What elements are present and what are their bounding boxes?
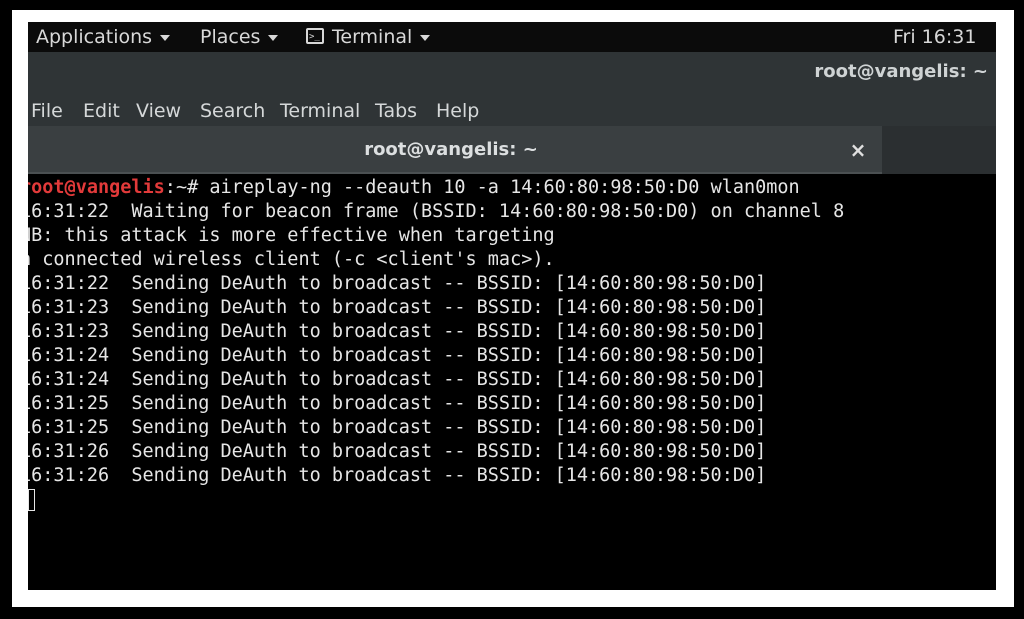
chevron-down-icon xyxy=(268,34,279,41)
output-line: 16:31:26 Sending DeAuth to broadcast -- … xyxy=(28,441,767,462)
tab-terminal[interactable]: root@vangelis: ~ × xyxy=(28,126,882,174)
window-titlebar[interactable]: root@vangelis: ~ xyxy=(28,52,996,96)
prompt-separator: : xyxy=(164,177,176,198)
terminal-icon: >_ xyxy=(306,27,324,44)
output-line: NB: this attack is more effective when t… xyxy=(28,225,555,246)
menu-file[interactable]: File xyxy=(31,98,63,124)
output-line: 16:31:25 Sending DeAuth to broadcast -- … xyxy=(28,393,767,414)
output-line: 16:31:26 Sending DeAuth to broadcast -- … xyxy=(28,465,767,486)
places-label: Places xyxy=(200,26,261,48)
output-line: 16:31:23 Sending DeAuth to broadcast -- … xyxy=(28,321,767,342)
output-line: 16:31:24 Sending DeAuth to broadcast -- … xyxy=(28,345,767,366)
terminal-cursor xyxy=(28,489,35,511)
prompt-path: ~# xyxy=(175,177,210,198)
output-line: 16:31:22 Waiting for beacon frame (BSSID… xyxy=(28,201,845,222)
menu-terminal[interactable]: Terminal xyxy=(280,98,360,124)
menu-tabs[interactable]: Tabs xyxy=(375,98,417,124)
terminal-app-menu[interactable]: >_ Terminal xyxy=(306,24,431,50)
window-title: root@vangelis: ~ xyxy=(814,61,988,82)
close-icon[interactable]: × xyxy=(846,138,870,162)
tab-bar: root@vangelis: ~ × xyxy=(28,126,996,174)
terminal-app-label: Terminal xyxy=(332,26,413,48)
output-line: 16:31:22 Sending DeAuth to broadcast -- … xyxy=(28,273,767,294)
applications-label: Applications xyxy=(36,26,153,48)
tab-title: root@vangelis: ~ xyxy=(364,139,538,160)
output-line: 16:31:24 Sending DeAuth to broadcast -- … xyxy=(28,369,767,390)
menu-help[interactable]: Help xyxy=(436,98,479,124)
menubar: File Edit View Search Terminal Tabs Help xyxy=(28,96,996,126)
menu-search[interactable]: Search xyxy=(200,98,265,124)
command-line: root@vangelis:~# aireplay-ng --deauth 10… xyxy=(28,176,800,200)
menu-edit[interactable]: Edit xyxy=(83,98,120,124)
output-line: 16:31:23 Sending DeAuth to broadcast -- … xyxy=(28,297,767,318)
clock[interactable]: Fri 16:31 xyxy=(893,24,976,50)
places-menu[interactable]: Places xyxy=(200,24,279,50)
desktop-screen: Applications Places >_ Terminal Fri 16:31… xyxy=(28,22,996,590)
menu-view[interactable]: View xyxy=(136,98,181,124)
prompt-user: root@vangelis xyxy=(28,177,165,198)
top-panel: Applications Places >_ Terminal Fri 16:31 xyxy=(28,22,996,52)
output-line: 16:31:25 Sending DeAuth to broadcast -- … xyxy=(28,417,767,438)
chevron-down-icon xyxy=(420,34,431,41)
chevron-down-icon xyxy=(160,34,171,41)
terminal-output[interactable]: root@vangelis:~# aireplay-ng --deauth 10… xyxy=(28,174,996,590)
command-text: aireplay-ng --deauth 10 -a 14:60:80:98:5… xyxy=(209,177,800,198)
output-line: a connected wireless client (-c <client'… xyxy=(28,249,555,270)
applications-menu[interactable]: Applications xyxy=(36,24,171,50)
